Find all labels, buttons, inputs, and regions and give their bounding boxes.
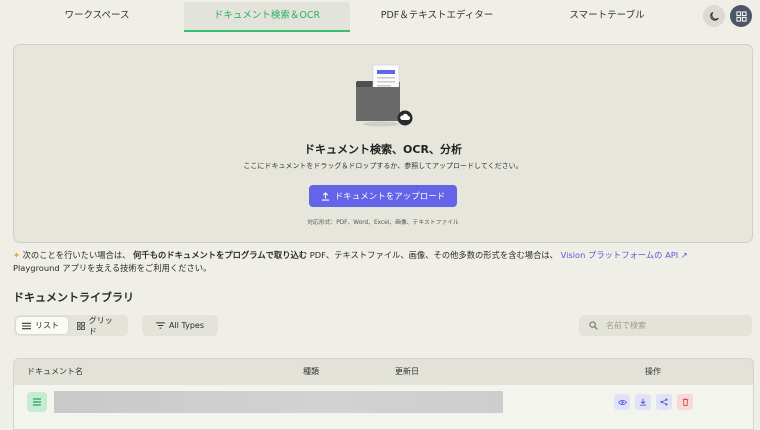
info-bold: 何千ものドキュメントをプログラムで取り込む bbox=[133, 250, 308, 260]
dropzone-subtitle: ここにドキュメントをドラッグ＆ドロップするか、参照してアップロードしてください。 bbox=[243, 162, 523, 170]
grid-icon bbox=[77, 321, 85, 330]
tab-workspace[interactable]: ワークスペース bbox=[14, 2, 180, 30]
list-view-button[interactable]: リスト bbox=[16, 317, 68, 334]
grid-view-button[interactable]: グリッド bbox=[71, 315, 126, 336]
search-icon bbox=[589, 321, 598, 330]
delete-button[interactable] bbox=[677, 394, 693, 410]
header-updated[interactable]: 更新日 bbox=[395, 359, 419, 385]
share-icon bbox=[660, 398, 668, 406]
header-type[interactable]: 種類 bbox=[303, 359, 319, 385]
apps-menu-button[interactable] bbox=[730, 5, 752, 27]
top-navigation: ワークスペース ドキュメント検索＆OCR PDF＆テキストエディター スマートテ… bbox=[0, 0, 760, 34]
redacted-row-content bbox=[54, 391, 503, 413]
header-document-name[interactable]: ドキュメント名 bbox=[27, 359, 83, 385]
bulb-icon: ✦ bbox=[13, 250, 20, 260]
type-filter-label: All Types bbox=[168, 321, 204, 330]
list-view-label: リスト bbox=[35, 321, 59, 330]
grid-icon bbox=[735, 10, 747, 22]
api-info-text: ✦ 次のことを行いたい場合は、 何千ものドキュメントをプログラムで取り込む PD… bbox=[13, 249, 748, 275]
tab-document-search-ocr[interactable]: ドキュメント検索＆OCR bbox=[184, 2, 350, 32]
tab-pdf-text-editor[interactable]: PDF＆テキストエディター bbox=[354, 2, 520, 30]
document-table: ドキュメント名 種類 更新日 操作 bbox=[13, 358, 754, 430]
theme-toggle-button[interactable] bbox=[703, 5, 725, 27]
upload-icon bbox=[321, 191, 329, 201]
vision-api-link[interactable]: Vision プラットフォームの API ↗ bbox=[561, 250, 688, 260]
view-toggle: リスト グリッド bbox=[14, 315, 128, 336]
list-icon bbox=[22, 322, 31, 329]
supported-formats: 対応形式：PDF、Word、Excel、画像、テキストファイル bbox=[307, 220, 459, 226]
type-filter-button[interactable]: All Types bbox=[142, 315, 218, 336]
dropzone-title: ドキュメント検索、OCR、分析 bbox=[304, 143, 462, 156]
search-box[interactable] bbox=[579, 315, 752, 336]
upload-button-label: ドキュメントをアップロード bbox=[334, 192, 446, 202]
moon-icon bbox=[709, 11, 719, 21]
search-input[interactable] bbox=[604, 320, 748, 331]
upload-document-button[interactable]: ドキュメントをアップロード bbox=[309, 185, 457, 207]
library-title: ドキュメントライブラリ bbox=[13, 291, 134, 304]
table-header: ドキュメント名 種類 更新日 操作 bbox=[14, 359, 753, 385]
table-row[interactable] bbox=[14, 385, 753, 429]
info-middle: PDF、テキストファイル、画像、その他多数の形式を含む場合は、 bbox=[307, 250, 558, 260]
download-button[interactable] bbox=[635, 394, 651, 410]
info-prefix: 次のことを行いたい場合は、 bbox=[22, 250, 131, 260]
grid-view-label: グリッド bbox=[88, 315, 113, 336]
filter-icon bbox=[156, 322, 165, 329]
view-button[interactable] bbox=[614, 394, 630, 410]
info-suffix: Playground アプリを支える技術をご利用ください。 bbox=[13, 263, 212, 273]
header-actions: 操作 bbox=[645, 367, 661, 376]
download-icon bbox=[639, 398, 647, 406]
folder-document-illustration bbox=[356, 64, 413, 127]
tab-smart-table[interactable]: スマートテーブル bbox=[524, 2, 690, 30]
trash-icon bbox=[682, 398, 688, 406]
eye-icon bbox=[617, 399, 627, 405]
share-button[interactable] bbox=[656, 394, 672, 410]
document-icon bbox=[27, 392, 47, 412]
upload-dropzone[interactable]: ドキュメント検索、OCR、分析 ここにドキュメントをドラッグ＆ドロップするか、参… bbox=[13, 44, 753, 243]
